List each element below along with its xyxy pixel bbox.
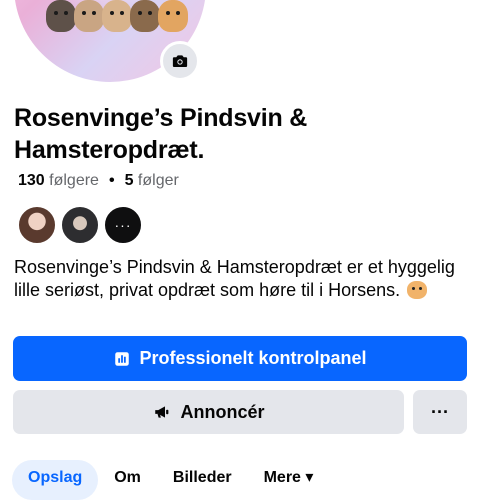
hamster-figure [130,0,160,32]
tab-more[interactable]: Mere ▾ [248,460,330,500]
professional-dashboard-label: Professionelt kontrolpanel [139,348,367,368]
change-profile-picture-button[interactable] [160,41,200,81]
page-bio: Rosenvinge’s Pindsvin & Hamsteropdræt er… [14,256,464,302]
camera-icon [172,55,188,67]
tab-posts[interactable]: Opslag [12,460,99,500]
professional-dashboard-button[interactable]: Professionelt kontrolpanel [13,336,467,381]
following-count: 5 [124,172,134,189]
follower-avatar[interactable] [60,205,100,245]
advertise-button[interactable]: Annoncér [13,390,404,434]
follower-avatar[interactable] [17,205,57,245]
bio-text: Rosenvinge’s Pindsvin & Hamsteropdræt er… [14,257,455,300]
follow-stats: 130 følgere • 5 følger [18,172,179,190]
followers-count: 130 [18,172,45,189]
advertise-label: Annoncér [180,401,265,422]
follower-avatars: ··· [17,205,146,245]
hamster-figure [158,0,188,32]
hamster-emoji-icon [407,281,428,299]
hedgehog-figure [74,0,104,32]
more-icon: ··· [114,217,132,233]
megaphone-icon [155,406,169,418]
hamster-figure [102,0,132,32]
following-label: følger [137,172,179,189]
more-options-button[interactable]: ··· [413,390,467,434]
followers-link[interactable]: 130 følgere [18,172,99,190]
page-title: Rosenvinge’s Pindsvin & Hamsteropdræt. [14,104,308,164]
tab-photos[interactable]: Billeder [157,460,248,500]
more-options-icon: ··· [431,401,449,422]
page-tabs: Opslag Om Billeder Mere ▾ [12,460,329,500]
dashboard-icon [115,351,130,366]
tab-about[interactable]: Om [98,460,157,500]
more-followers-button[interactable]: ··· [103,205,143,245]
following-link[interactable]: 5 følger [125,172,179,190]
hamster-figure [46,0,76,32]
followers-label: følgere [49,172,99,189]
separator-dot: • [108,172,115,189]
